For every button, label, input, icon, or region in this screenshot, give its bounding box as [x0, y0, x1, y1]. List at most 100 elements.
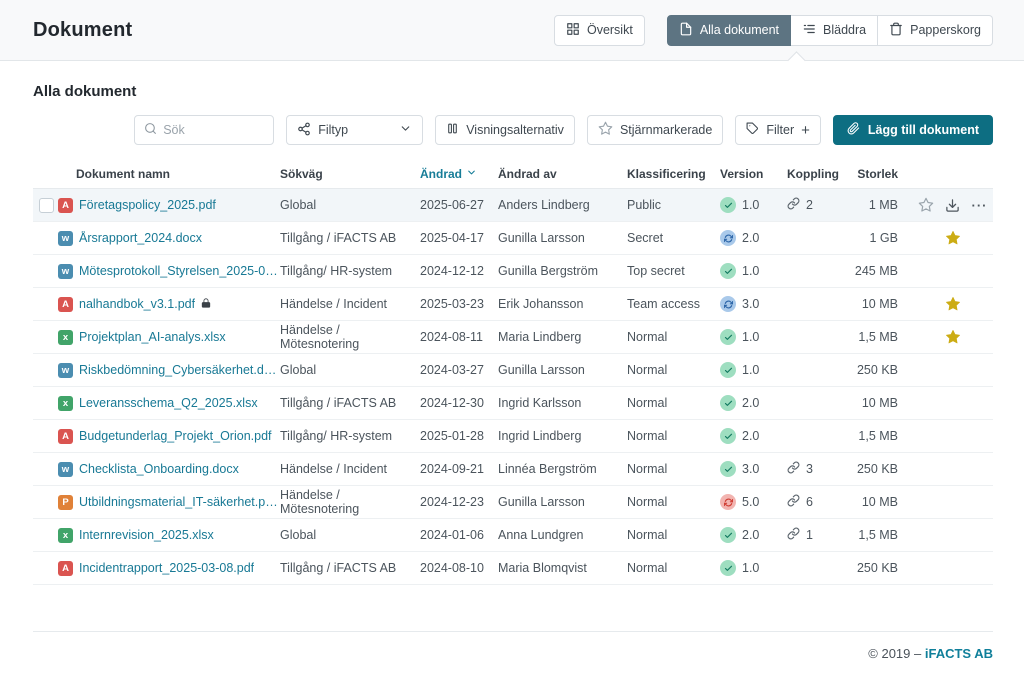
document-link[interactable]: Årsrapport_2024.docx: [79, 231, 202, 245]
table-row[interactable]: w Mötesprotokoll_Styrelsen_2025-02... Ti…: [33, 255, 993, 288]
starred-filter-button[interactable]: Stjärnmarkerade: [587, 115, 723, 145]
star-filled-icon[interactable]: [945, 296, 961, 312]
table-row[interactable]: x Internrevision_2025.xlsx Global 2024-0…: [33, 519, 993, 552]
table-row[interactable]: A Företagspolicy_2025.pdf Global 2025-06…: [33, 189, 993, 222]
file-type-icon: A: [58, 297, 73, 312]
version-state-icon: [720, 428, 736, 444]
star-filled-icon[interactable]: [945, 230, 961, 246]
column-header-dokument-namn[interactable]: Dokument namn: [33, 167, 280, 181]
star-outline-icon: [598, 121, 613, 139]
paperclip-icon: [847, 122, 860, 138]
link-icon: [787, 494, 800, 510]
row-checkbox[interactable]: [39, 198, 54, 213]
grid-icon: [566, 22, 580, 39]
document-link[interactable]: Företagspolicy_2025.pdf: [79, 198, 216, 212]
version-cell: 2.0: [720, 428, 785, 444]
tag-icon: [746, 122, 759, 138]
check-icon: [724, 201, 733, 210]
row-actions: ···: [898, 329, 993, 345]
document-link[interactable]: Incidentrapport_2025-03-08.pdf: [79, 561, 254, 575]
star-filled-icon[interactable]: [945, 329, 961, 345]
document-name-cell: w Checklista_Onboarding.docx: [33, 462, 280, 477]
download-icon[interactable]: [945, 198, 960, 213]
top-bar: Dokument Översikt Alla dokument Bläddra …: [0, 0, 1024, 61]
document-name-cell: x Leveransschema_Q2_2025.xlsx: [33, 396, 280, 411]
search-field[interactable]: [134, 115, 274, 145]
table-row[interactable]: A Incidentrapport_2025-03-08.pdf Tillgån…: [33, 552, 993, 585]
check-icon: [724, 267, 733, 276]
modified-cell: 2024-09-21: [420, 462, 498, 476]
size-cell: 1 GB: [842, 231, 898, 245]
file-type-icon: A: [58, 429, 73, 444]
document-link[interactable]: Budgetunderlag_Projekt_Orion.pdf: [79, 429, 272, 443]
add-document-button[interactable]: Lägg till dokument: [833, 115, 993, 145]
document-link[interactable]: nalhandbok_v3.1.pdf: [79, 297, 195, 311]
filter-button[interactable]: Filter +: [735, 115, 821, 145]
filetype-select[interactable]: Filtyp: [286, 115, 423, 145]
document-manager-app: Dokument Översikt Alla dokument Bläddra …: [0, 0, 1024, 683]
tab-bladdra[interactable]: Bläddra: [791, 15, 878, 46]
modified-cell: 2024-12-30: [420, 396, 498, 410]
table-row[interactable]: w Checklista_Onboarding.docx Händelse / …: [33, 453, 993, 486]
document-link[interactable]: Internrevision_2025.xlsx: [79, 528, 214, 542]
check-icon: [724, 399, 733, 408]
version-state-icon: [720, 263, 736, 279]
modified-cell: 2024-08-11: [420, 330, 498, 344]
table-row[interactable]: w Årsrapport_2024.docx Tillgång / iFACTS…: [33, 222, 993, 255]
company-link[interactable]: iFACTS AB: [925, 646, 993, 661]
link-icon: [787, 527, 800, 543]
column-header-version[interactable]: Version: [720, 167, 785, 181]
column-header-klassificering[interactable]: Klassificering: [627, 167, 720, 181]
document-link[interactable]: Leveransschema_Q2_2025.xlsx: [79, 396, 258, 410]
version-state-icon: [720, 329, 736, 345]
star-icon[interactable]: [918, 197, 934, 213]
footer: © 2019 – iFACTS AB: [33, 646, 993, 681]
document-link[interactable]: Projektplan_AI-analys.xlsx: [79, 330, 226, 344]
document-link[interactable]: Checklista_Onboarding.docx: [79, 462, 239, 476]
more-actions-button[interactable]: ···: [966, 198, 993, 213]
column-header-sokvag[interactable]: Sökväg: [280, 167, 420, 181]
document-link[interactable]: Mötesprotokoll_Styrelsen_2025-02...: [79, 264, 280, 278]
path-cell: Global: [280, 528, 420, 542]
modified-cell: 2024-08-10: [420, 561, 498, 575]
view-options-button[interactable]: Visningsalternativ: [435, 115, 575, 145]
document-name-cell: w Årsrapport_2024.docx: [33, 231, 280, 246]
modified-by-cell: Ingrid Lindberg: [498, 429, 627, 443]
table-row[interactable]: w Riskbedömning_Cybersäkerhet.docx Globa…: [33, 354, 993, 387]
column-header-andrad[interactable]: Ändrad: [420, 167, 498, 181]
path-cell: Händelse / Incident: [280, 462, 420, 476]
classification-cell: Top secret: [627, 264, 720, 278]
link-count: 1: [806, 528, 813, 542]
tab-alla-dokument[interactable]: Alla dokument: [667, 15, 791, 46]
column-header-andrad-av[interactable]: Ändrad av: [498, 167, 627, 181]
table-row[interactable]: x Leveransschema_Q2_2025.xlsx Tillgång /…: [33, 387, 993, 420]
path-cell: Händelse / Mötesnotering: [280, 488, 420, 516]
column-header-storlek[interactable]: Storlek: [842, 167, 898, 181]
tab-oversikt[interactable]: Översikt: [554, 15, 645, 46]
file-type-icon: A: [58, 561, 73, 576]
path-cell: Händelse / Incident: [280, 297, 420, 311]
classification-cell: Normal: [627, 363, 720, 377]
file-icon: [679, 22, 693, 39]
search-input[interactable]: [163, 123, 264, 137]
main-content: Alla dokument Filtyp Visningsalternativ …: [0, 83, 1024, 681]
modified-by-cell: Erik Johansson: [498, 297, 627, 311]
table-row[interactable]: A nalhandbok_v3.1.pdf Händelse / Inciden…: [33, 288, 993, 321]
sort-chevron-down-icon: [466, 167, 477, 181]
document-link[interactable]: Riskbedömning_Cybersäkerhet.docx: [79, 363, 280, 377]
table-row[interactable]: P Utbildningsmaterial_IT-säkerhet.pptx H…: [33, 486, 993, 519]
version-number: 2.0: [742, 528, 759, 542]
links-cell: 6: [785, 494, 842, 510]
path-cell: Tillgång / iFACTS AB: [280, 561, 420, 575]
version-cell: 2.0: [720, 395, 785, 411]
link-icon: [787, 461, 800, 477]
page-title: Dokument: [33, 19, 132, 42]
size-cell: 250 KB: [842, 363, 898, 377]
table-row[interactable]: A Budgetunderlag_Projekt_Orion.pdf Tillg…: [33, 420, 993, 453]
document-name-cell: x Projektplan_AI-analys.xlsx: [33, 330, 280, 345]
classification-cell: Normal: [627, 495, 720, 509]
tab-papperskorg[interactable]: Papperskorg: [878, 15, 993, 46]
column-header-koppling[interactable]: Koppling: [785, 167, 842, 181]
document-link[interactable]: Utbildningsmaterial_IT-säkerhet.pptx: [79, 495, 280, 509]
table-row[interactable]: x Projektplan_AI-analys.xlsx Händelse / …: [33, 321, 993, 354]
